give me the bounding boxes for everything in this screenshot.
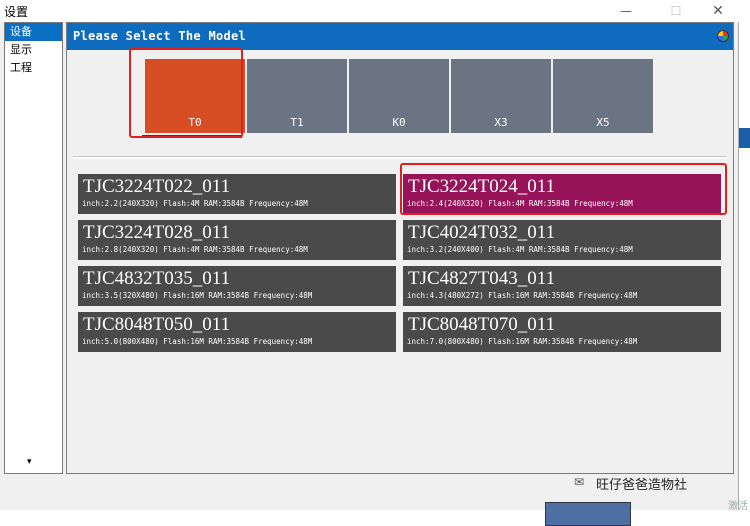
model-name: TJC4024T032_011	[408, 222, 556, 243]
maximize-button[interactable]: ☐	[660, 0, 692, 22]
window-title: 设置	[4, 5, 29, 19]
sidebar-item-project[interactable]: 工程	[5, 59, 62, 77]
model-tile[interactable]: TJC4827T043_011 inch:4.3(480X272) Flash:…	[403, 266, 721, 306]
model-highlight-frame	[400, 163, 727, 215]
series-tile-t1[interactable]: T1	[247, 59, 347, 133]
series-tile-k0[interactable]: K0	[349, 59, 449, 133]
minimize-button[interactable]: —	[610, 0, 642, 22]
model-name: TJC8048T070_011	[408, 314, 556, 335]
series-label: X3	[494, 116, 508, 129]
series-label: K0	[392, 116, 406, 129]
watermark-text: 旺仔爸爸造物社	[596, 478, 688, 493]
model-spec: inch:7.0(800X480) Flash:16M RAM:3584B Fr…	[407, 337, 638, 346]
model-tile[interactable]: TJC4024T032_011 inch:3.2(240X400) Flash:…	[403, 220, 721, 260]
model-tile[interactable]: TJC8048T070_011 inch:7.0(800X480) Flash:…	[403, 312, 721, 352]
model-name: TJC4827T043_011	[408, 268, 556, 289]
activation-text: 激活	[728, 501, 748, 512]
palette-icon[interactable]	[717, 30, 729, 42]
model-name: TJC3224T022_011	[83, 176, 231, 197]
chat-icon: ✉	[574, 475, 585, 489]
model-name: TJC8048T050_011	[83, 314, 231, 335]
panel-title: Please Select The Model	[73, 29, 247, 43]
scroll-down-icon[interactable]: ▾	[27, 457, 32, 467]
panel-header: Please Select The Model	[67, 23, 733, 50]
close-button[interactable]: ✕	[702, 0, 734, 22]
model-spec: inch:3.2(240X400) Flash:4M RAM:3584B Fre…	[407, 245, 633, 254]
title-bar: 设置 — ☐ ✕	[0, 0, 750, 22]
model-spec: inch:2.8(240X320) Flash:4M RAM:3584B Fre…	[82, 245, 308, 254]
sidebar: 设备 显示 工程 ▾	[4, 22, 63, 474]
background-strip	[739, 128, 750, 148]
model-tile[interactable]: TJC4832T035_011 inch:3.5(320X480) Flash:…	[78, 266, 396, 306]
series-tile-x5[interactable]: X5	[553, 59, 653, 133]
background-strip	[739, 150, 750, 370]
model-spec: inch:5.0(800X480) Flash:16M RAM:3584B Fr…	[82, 337, 313, 346]
confirm-button[interactable]	[545, 502, 631, 526]
divider	[73, 156, 726, 159]
model-name: TJC4832T035_011	[83, 268, 231, 289]
model-tile[interactable]: TJC3224T028_011 inch:2.8(240X320) Flash:…	[78, 220, 396, 260]
series-highlight-frame	[129, 48, 243, 138]
model-name: TJC3224T028_011	[83, 222, 231, 243]
sidebar-item-display[interactable]: 显示	[5, 41, 62, 59]
model-spec: inch:3.5(320X480) Flash:16M RAM:3584B Fr…	[82, 291, 313, 300]
sidebar-item-device[interactable]: 设备	[5, 23, 62, 41]
model-tile[interactable]: TJC3224T022_011 inch:2.2(240X320) Flash:…	[78, 174, 396, 214]
series-label: T1	[290, 116, 304, 129]
series-label: X5	[596, 116, 610, 129]
series-tile-x3[interactable]: X3	[451, 59, 551, 133]
model-spec: inch:4.3(480X272) Flash:16M RAM:3584B Fr…	[407, 291, 638, 300]
model-spec: inch:2.2(240X320) Flash:4M RAM:3584B Fre…	[82, 199, 308, 208]
model-tile[interactable]: TJC8048T050_011 inch:5.0(800X480) Flash:…	[78, 312, 396, 352]
